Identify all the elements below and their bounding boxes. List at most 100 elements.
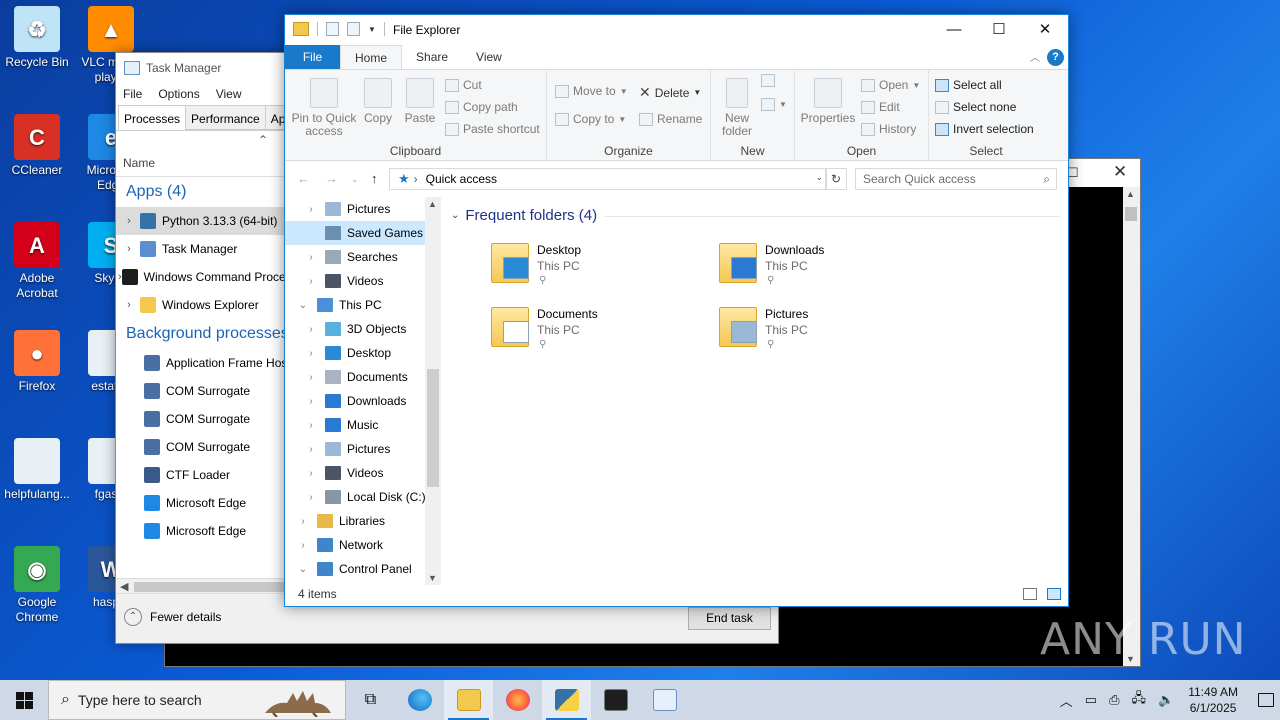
paste-button[interactable]: Paste <box>403 78 437 125</box>
new-folder-button[interactable]: New folder <box>717 78 757 138</box>
nav-item[interactable]: › Desktop <box>285 341 440 365</box>
taskbar-search[interactable]: ⌕ Type here to search <box>48 680 346 720</box>
file-explorer-window[interactable]: ▼ File Explorer — ☐ ✕ File Home Share Vi… <box>284 14 1069 607</box>
nav-item[interactable]: › Documents <box>285 365 440 389</box>
navigation-scrollbar[interactable]: ▲ ▼ <box>425 197 441 585</box>
nav-item[interactable]: ⌄ This PC <box>285 293 440 317</box>
customize-dropdown-icon[interactable]: ▼ <box>368 25 376 34</box>
scroll-thumb[interactable] <box>1125 207 1137 221</box>
expand-chevron-icon[interactable]: › <box>305 468 317 479</box>
select-none-button[interactable]: Select none <box>935 100 1016 114</box>
network-icon[interactable]: 🖧 <box>1132 689 1147 711</box>
rename-button[interactable]: Rename <box>639 112 702 126</box>
edit-button[interactable]: Edit <box>861 100 900 114</box>
expand-chevron-icon[interactable]: ⌄ <box>297 564 309 575</box>
nav-item[interactable]: › Videos <box>285 461 440 485</box>
menu-options[interactable]: Options <box>158 87 199 101</box>
tab-processes[interactable]: Processes <box>118 105 187 130</box>
process-row[interactable]: › Python 3.13.3 (64-bit) <box>116 207 284 235</box>
nav-item[interactable]: › Music <box>285 413 440 437</box>
expand-chevron-icon[interactable]: › <box>118 243 140 255</box>
process-row[interactable]: › Windows Explorer <box>116 291 284 319</box>
volume-icon[interactable]: 🔈 <box>1158 692 1174 708</box>
process-row[interactable]: Microsoft Edge <box>116 489 284 517</box>
easy-access-button[interactable]: ▼ <box>761 98 787 111</box>
taskbar-firefox[interactable] <box>493 680 542 720</box>
task-view-button[interactable]: ⧉ <box>346 680 395 720</box>
nav-item[interactable]: › Local Disk (C:) <box>285 485 440 509</box>
minimize-icon[interactable]: — <box>931 17 977 43</box>
process-row[interactable]: COM Surrogate <box>116 377 284 405</box>
scroll-up-icon[interactable]: ▲ <box>1126 189 1135 199</box>
large-icons-view-icon[interactable] <box>1047 588 1061 600</box>
expand-chevron-icon[interactable]: › <box>305 372 317 383</box>
taskbar-command-prompt[interactable] <box>591 680 640 720</box>
process-row[interactable]: COM Surrogate <box>116 405 284 433</box>
properties-button[interactable]: Properties <box>799 78 857 125</box>
device-icon[interactable]: ⎙ <box>1109 692 1119 708</box>
expand-chevron-icon[interactable]: › <box>305 324 317 335</box>
taskbar-task-manager[interactable] <box>640 680 689 720</box>
expand-chevron-icon[interactable]: ⌄ <box>297 300 309 311</box>
nav-item[interactable]: › Libraries <box>285 509 440 533</box>
address-dropdown-icon[interactable]: ⌄ <box>815 172 823 183</box>
new-item-button[interactable] <box>761 74 775 87</box>
nav-item[interactable]: › Searches <box>285 245 440 269</box>
clock[interactable]: 11:49 AM 6/1/2025 <box>1188 684 1238 716</box>
history-button[interactable]: History <box>861 122 916 136</box>
taskbar-file-explorer[interactable] <box>444 680 493 720</box>
copy-to-button[interactable]: Copy to ▼ <box>555 112 626 126</box>
move-to-button[interactable]: Move to ▼ <box>555 84 628 98</box>
expand-chevron-icon[interactable]: › <box>118 215 140 227</box>
expand-chevron-icon[interactable]: › <box>305 396 317 407</box>
folder-tile[interactable]: Documents This PC ⚲ <box>491 303 691 359</box>
folder-tile[interactable]: Downloads This PC ⚲ <box>719 239 919 295</box>
expand-chevron-icon[interactable]: › <box>305 348 317 359</box>
tab-file[interactable]: File <box>285 45 340 69</box>
pin-to-quick-access-button[interactable]: Pin to Quick access <box>291 78 357 138</box>
maximize-icon[interactable]: ☐ <box>976 17 1022 43</box>
column-header-name[interactable]: Name <box>116 151 284 177</box>
tab-view[interactable]: View <box>462 45 516 69</box>
process-row[interactable]: CTF Loader <box>116 461 284 489</box>
nav-item[interactable]: Saved Games <box>285 221 440 245</box>
copy-button[interactable]: Copy <box>361 78 395 125</box>
new-folder-icon[interactable] <box>347 22 360 36</box>
up-arrow-icon[interactable]: ↑ <box>371 171 378 186</box>
fewer-details-button[interactable]: ⌃ Fewer details <box>124 608 221 626</box>
cut-button[interactable]: Cut <box>445 78 482 92</box>
nav-item[interactable]: ⌄ Control Panel <box>285 557 440 581</box>
nav-item[interactable]: › 3D Objects <box>285 317 440 341</box>
expand-chevron-icon[interactable]: › <box>305 276 317 287</box>
search-input[interactable]: Search Quick access ⌕ <box>855 168 1057 190</box>
process-row[interactable]: COM Surrogate <box>116 433 284 461</box>
expand-chevron-icon[interactable]: › <box>118 299 140 311</box>
open-button[interactable]: Open ▼ <box>861 78 920 92</box>
details-view-icon[interactable] <box>1023 588 1037 600</box>
back-arrow-icon[interactable]: ← <box>297 171 310 186</box>
expand-chevron-icon[interactable]: › <box>305 444 317 455</box>
recent-locations-icon[interactable]: ⌄ <box>351 174 359 185</box>
nav-item[interactable]: › Network <box>285 533 440 557</box>
scroll-left-icon[interactable]: ◀ <box>120 580 128 593</box>
scroll-thumb[interactable] <box>427 369 439 487</box>
taskbar-edge[interactable] <box>395 680 444 720</box>
process-row[interactable]: Microsoft Edge <box>116 517 284 545</box>
nav-item[interactable]: › Pictures <box>285 197 440 221</box>
select-all-button[interactable]: Select all <box>935 78 1002 92</box>
explorer-titlebar[interactable]: ▼ File Explorer — ☐ ✕ <box>285 15 1068 45</box>
scroll-up-icon[interactable]: ▲ <box>428 199 437 209</box>
expand-chevron-icon[interactable]: › <box>297 516 309 527</box>
forward-arrow-icon[interactable]: → <box>325 171 338 186</box>
expand-chevron-icon[interactable]: › <box>305 492 317 503</box>
process-row[interactable]: Application Frame Host <box>116 349 284 377</box>
desktop-icon[interactable]: ◉ Google Chrome <box>0 546 74 625</box>
delete-button[interactable]: ✕ Delete ▼ <box>639 84 701 101</box>
scroll-thumb[interactable] <box>134 582 284 592</box>
desktop-icon[interactable]: ● Firefox <box>0 330 74 394</box>
expand-chevron-icon[interactable]: › <box>305 204 317 215</box>
folder-tile[interactable]: Desktop This PC ⚲ <box>491 239 691 295</box>
menu-file[interactable]: File <box>123 87 142 101</box>
address-bar[interactable]: ★ › Quick access ⌄ <box>389 168 827 190</box>
help-icon[interactable]: ? <box>1047 49 1064 66</box>
